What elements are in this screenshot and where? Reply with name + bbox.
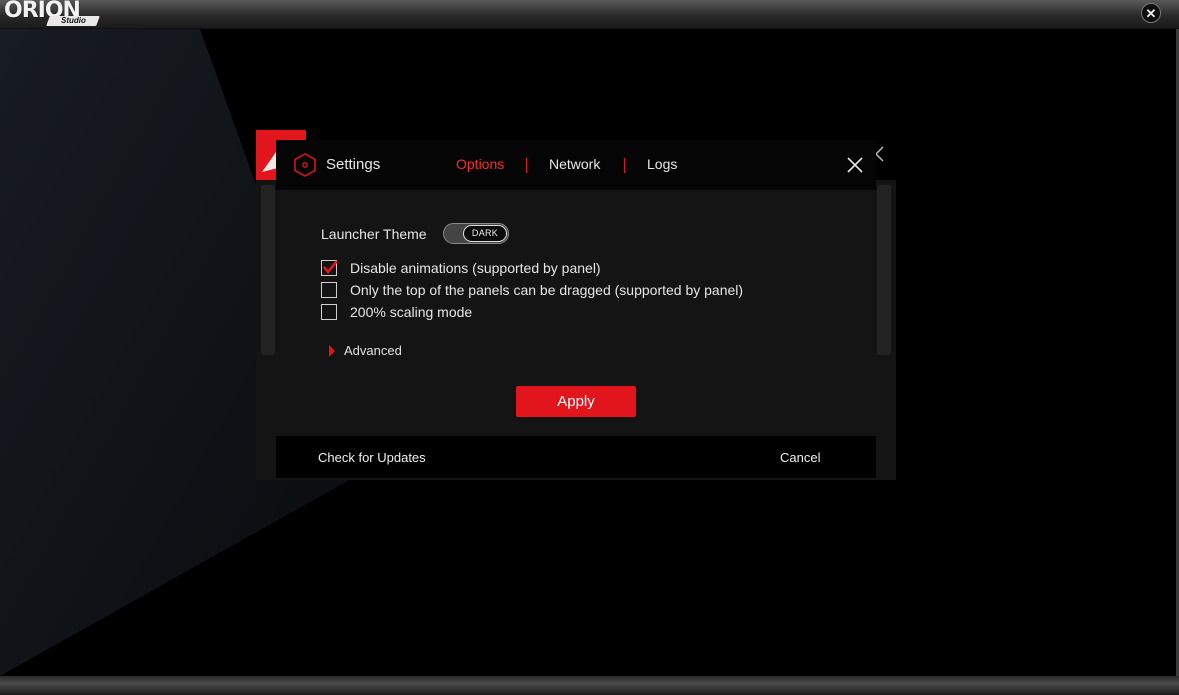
advanced-label: Advanced: [344, 343, 402, 358]
checkmark-icon: [322, 260, 339, 275]
top-drag-checkbox[interactable]: [321, 282, 337, 298]
launcher-theme-label: Launcher Theme: [321, 226, 427, 242]
dialog-body: Launcher Theme DARK Disable animations (…: [276, 190, 876, 436]
theme-toggle-knob: DARK: [463, 225, 507, 242]
tab-divider: [526, 158, 527, 173]
tab-options[interactable]: Options: [456, 156, 504, 172]
close-icon: ✕: [1145, 6, 1157, 21]
option-label: Disable animations (supported by panel): [350, 260, 601, 276]
theme-toggle-value: DARK: [471, 228, 499, 238]
scaling-mode-checkbox[interactable]: [321, 304, 337, 320]
dialog-title: Settings: [326, 156, 381, 173]
app-close-button[interactable]: ✕: [1141, 3, 1161, 23]
tab-divider: [624, 158, 625, 173]
option-label: 200% scaling mode: [350, 304, 473, 320]
triangle-right-icon: [329, 345, 335, 357]
logo-subtext-badge: Studio: [46, 16, 100, 26]
app-titlebar: ORION Studio ✕: [0, 0, 1179, 29]
background-scrollbar-left: [261, 185, 275, 355]
tab-network[interactable]: Network: [549, 156, 600, 172]
check-for-updates-button[interactable]: Check for Updates: [318, 450, 426, 465]
settings-dialog: Settings Options Network Logs Launcher T…: [276, 140, 876, 478]
option-label: Only the top of the panels can be dragge…: [350, 282, 744, 298]
theme-toggle[interactable]: DARK: [443, 223, 509, 244]
app-bottom-bar: [0, 676, 1179, 695]
apply-button[interactable]: Apply: [516, 386, 636, 417]
dialog-footer: Check for Updates Cancel: [276, 436, 876, 478]
orion-studio-logo: ORION Studio: [4, 0, 100, 28]
dialog-close-icon[interactable]: [846, 156, 864, 174]
cancel-button[interactable]: Cancel: [780, 450, 820, 465]
logo-subtext: Studio: [60, 16, 86, 25]
tab-logs[interactable]: Logs: [647, 156, 677, 172]
hexagon-icon: [294, 153, 316, 177]
disable-animations-checkbox[interactable]: [321, 260, 339, 276]
background-scrollbar-right: [877, 185, 891, 355]
dialog-header: Settings Options Network Logs: [276, 140, 876, 190]
